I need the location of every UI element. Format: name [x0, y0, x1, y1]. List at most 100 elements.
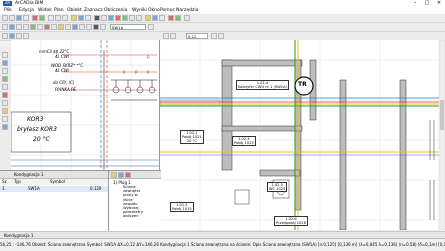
- layer-select[interactable]: SW1A: [110, 24, 146, 30]
- stretch-icon[interactable]: [30, 24, 36, 30]
- mirror-icon[interactable]: [23, 24, 29, 30]
- report-icon[interactable]: [175, 15, 181, 21]
- toolbar-row-1: [0, 14, 445, 23]
- tool-icon[interactable]: [2, 108, 8, 114]
- copy-icon[interactable]: [55, 15, 61, 21]
- menu-item[interactable]: Widok: [38, 7, 52, 14]
- window-title: ArCADia BIM: [15, 1, 44, 6]
- zoom-window-icon[interactable]: [218, 33, 224, 39]
- view3d-icon[interactable]: [86, 24, 92, 30]
- menu-item[interactable]: Pomoc: [160, 7, 175, 14]
- zoom-in-icon[interactable]: [163, 33, 169, 39]
- menu-item[interactable]: Wyniki: [132, 7, 147, 14]
- maximize-button[interactable]: □: [421, 0, 433, 7]
- hatch-icon[interactable]: [72, 24, 78, 30]
- pipe-icon[interactable]: [152, 15, 158, 21]
- tool-icon[interactable]: [2, 124, 8, 130]
- zoom-icon[interactable]: [78, 15, 84, 21]
- object-list-panel: Kondygnacja 1 Sz Typ Symbol 1 SW1A 0,120: [0, 170, 108, 232]
- room-label: 1.02.5 WC 1025: [267, 182, 288, 192]
- calc-icon[interactable]: [168, 15, 174, 21]
- block-icon[interactable]: [79, 24, 85, 30]
- room-icon[interactable]: [122, 15, 128, 21]
- room-name: WC 1025: [269, 187, 286, 191]
- heater-icon[interactable]: [145, 15, 151, 21]
- blue-icon[interactable]: [118, 171, 124, 178]
- zoom-out-icon[interactable]: [170, 33, 176, 39]
- red-icon[interactable]: [125, 171, 131, 178]
- close-button[interactable]: ✕: [433, 0, 445, 7]
- settings-icon[interactable]: [184, 15, 190, 21]
- erase-icon[interactable]: [37, 24, 43, 30]
- info-line: Ściana zewnętrz piony w liście zespołu W…: [123, 184, 159, 219]
- window-icon[interactable]: [129, 15, 135, 21]
- print-icon[interactable]: [23, 15, 29, 21]
- tool-icon[interactable]: [2, 52, 8, 58]
- line-icon[interactable]: [108, 15, 114, 21]
- menu-item[interactable]: Plan: [54, 7, 64, 14]
- menu-item[interactable]: Edycja: [19, 7, 34, 14]
- app-icon: AR: [3, 1, 12, 6]
- drawing-panel-right[interactable]: TR 1.01.4 Kaloryfer CWU nr 1 (SW1A) 1.02…: [159, 39, 445, 231]
- arrow-label: P: [135, 70, 138, 75]
- move-icon[interactable]: [9, 24, 15, 30]
- menu-item[interactable]: Okno: [148, 7, 160, 14]
- track-icon[interactable]: [23, 33, 29, 39]
- paste-icon[interactable]: [62, 15, 68, 21]
- tr-marker: TR: [298, 81, 307, 88]
- zoom-field[interactable]: 0,12: [186, 33, 208, 39]
- minimize-button[interactable]: –: [409, 0, 421, 7]
- osnap-icon[interactable]: [16, 33, 22, 39]
- table-row[interactable]: 1 SW1A 0,120: [0, 186, 108, 192]
- info-panel: 1) Pług 1 Ściana zewnętrz piony w liście…: [108, 170, 161, 232]
- door-icon[interactable]: [136, 15, 142, 21]
- menu-item[interactable]: Obiekt: [67, 7, 82, 14]
- tool-icon[interactable]: [2, 116, 8, 122]
- zoom-extents-icon[interactable]: [211, 33, 217, 39]
- tool-icon[interactable]: [2, 100, 8, 106]
- drawing-panel-left[interactable]: mmCil $$ 22°C 4L CWl WOD SKRZ* *°C 4L CW…: [10, 40, 160, 170]
- drawing-text: do Cfl/, (C): [53, 80, 75, 85]
- menu-item[interactable]: Narzędzia: [176, 7, 198, 14]
- left-drawing-canvas[interactable]: [10, 40, 159, 170]
- undo-icon[interactable]: [32, 15, 38, 21]
- save-icon[interactable]: [16, 15, 22, 21]
- measure-icon[interactable]: [51, 24, 57, 30]
- open-icon[interactable]: [9, 15, 15, 21]
- menu-item[interactable]: Plik: [4, 7, 12, 14]
- new-icon[interactable]: [2, 15, 8, 21]
- col-header: Symbol: [50, 179, 65, 184]
- status-bar: 56,25 : -146,76 Obiekt: Ściana zewnętrzn…: [0, 238, 445, 251]
- menu-item[interactable]: Oblicze­nia: [104, 7, 127, 14]
- menu-item[interactable]: Zaznacz: [84, 7, 103, 14]
- col-header: Sz: [2, 179, 7, 184]
- polar-icon[interactable]: [9, 33, 15, 39]
- redo-icon[interactable]: [39, 15, 45, 21]
- wall-icon[interactable]: [115, 15, 121, 21]
- tool-icon[interactable]: [2, 92, 8, 98]
- col-header: Typ: [14, 179, 21, 184]
- linetype-icon[interactable]: [100, 24, 106, 30]
- layer-icon[interactable]: [71, 15, 77, 21]
- tool-icon[interactable]: [2, 60, 8, 66]
- drawing-text: bryłasz KOR3: [17, 126, 57, 133]
- pan-icon[interactable]: [85, 15, 91, 21]
- layer-dropdown-icon[interactable]: [148, 24, 154, 30]
- cut-icon[interactable]: [48, 15, 54, 21]
- properties-icon[interactable]: [44, 24, 50, 30]
- room-temp: 20 °C: [186, 139, 197, 143]
- rotate-icon[interactable]: [16, 24, 22, 30]
- snap-icon[interactable]: [101, 15, 107, 21]
- dimension-icon[interactable]: [65, 24, 71, 30]
- grid-icon[interactable]: [94, 15, 100, 21]
- valve-icon[interactable]: [159, 15, 165, 21]
- tool-icon[interactable]: [2, 84, 8, 90]
- tab-kondygnacja[interactable]: Kondygnacja 1: [14, 171, 43, 178]
- yellow-icon[interactable]: [111, 171, 117, 178]
- tool-icon[interactable]: [2, 68, 8, 74]
- color-icon[interactable]: [93, 24, 99, 30]
- ortho-icon[interactable]: [2, 33, 8, 39]
- select-icon[interactable]: [2, 24, 8, 30]
- text-icon[interactable]: [58, 24, 64, 30]
- tool-icon[interactable]: [2, 76, 8, 82]
